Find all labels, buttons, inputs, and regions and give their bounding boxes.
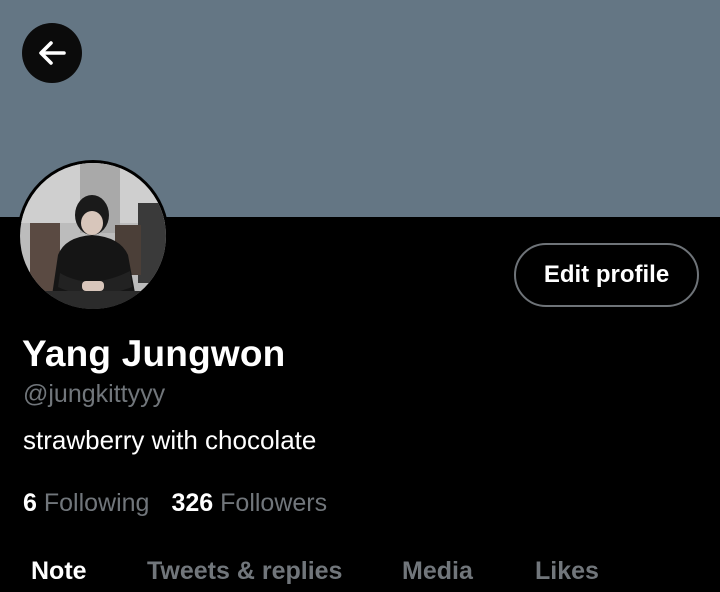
arrow-left-icon [39,41,66,65]
user-handle: @jungkittyyy [23,380,166,408]
profile-tabs: Note Tweets & replies Media Likes [0,553,720,592]
tab-media[interactable]: Media [402,557,473,586]
followers-count: 326 [171,489,214,517]
following-count: 6 [23,489,37,517]
bio-text: strawberry with chocolate [23,425,317,455]
followers-label: Followers [220,489,328,517]
avatar[interactable] [20,163,166,309]
display-name: Yang Jungwon [22,333,286,374]
follow-stats: 6 Following 326 Followers [23,489,327,518]
following-stat[interactable]: 6 Following [23,489,149,518]
followers-stat[interactable]: 326 Followers [171,489,327,518]
tab-likes[interactable]: Likes [535,557,599,586]
tab-note[interactable]: Note [31,557,87,586]
tab-tweets-replies[interactable]: Tweets & replies [147,557,342,586]
avatar-frame [17,160,169,312]
edit-profile-button[interactable]: Edit profile [514,243,699,307]
profile-photo [20,163,166,309]
back-button[interactable] [22,23,82,83]
following-label: Following [43,489,150,517]
